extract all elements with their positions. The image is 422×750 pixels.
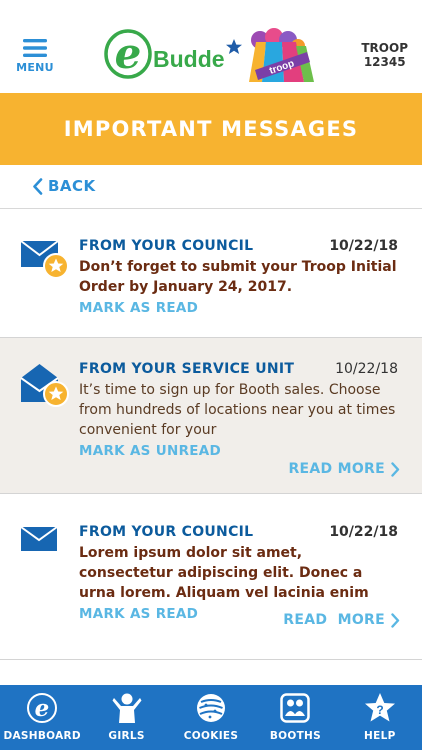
mark-as-unread-button[interactable]: MARK AS UNREAD — [79, 443, 221, 459]
booth-icon — [280, 693, 311, 723]
read-more-button[interactable]: READ MORE — [283, 612, 400, 628]
logo-e: e — [115, 29, 142, 78]
nav-item-girls[interactable]: GIRLS — [84, 685, 168, 750]
nav-item-dashboard[interactable]: e DASHBOARD — [0, 685, 84, 750]
message-list: FROM YOUR COUNCIL 10/22/18 Don’t forget … — [0, 210, 422, 660]
mark-as-read-button[interactable]: MARK AS READ — [79, 606, 198, 622]
read-more-label: READ MORE — [288, 461, 385, 477]
read-more-button[interactable]: READ MORE — [288, 461, 400, 477]
nav-label: COOKIES — [183, 730, 239, 742]
envelope-star-icon — [20, 240, 69, 279]
nav-label: GIRLS — [108, 730, 145, 742]
message-text: It’s time to sign up for Booth sales. Ch… — [79, 382, 396, 438]
ebudde-e-icon: e — [27, 693, 58, 723]
troop-number: 12345 — [363, 55, 406, 69]
nav-item-booths[interactable]: BOOTHS — [253, 685, 337, 750]
message-item[interactable]: FROM YOUR SERVICE UNIT 10/22/18 It’s tim… — [0, 338, 422, 494]
page-title: IMPORTANT MESSAGES — [63, 117, 359, 141]
svg-text:?: ? — [376, 703, 383, 717]
read-more-label: READ MORE — [283, 612, 385, 628]
chevron-right-icon — [391, 461, 400, 477]
nav-item-help[interactable]: ? HELP — [338, 685, 422, 750]
bottom-nav-bar: e DASHBOARD GIRLS COOKIES BOOTHS ? HELP — [0, 685, 422, 750]
troop-label: TROOP — [361, 41, 408, 55]
svg-text:e: e — [35, 695, 50, 722]
logo-text: Budde — [153, 46, 225, 72]
troop-badge-icon: troop — [249, 28, 314, 82]
message-text: Lorem ipsum dolor sit amet, consectetur … — [79, 545, 369, 601]
message-item[interactable]: FROM YOUR COUNCIL 10/22/18 Lorem ipsum d… — [0, 494, 422, 660]
nav-label: DASHBOARD — [3, 730, 81, 742]
nav-label: BOOTHS — [269, 730, 321, 742]
girl-icon — [112, 693, 142, 723]
message-date: 10/22/18 — [329, 238, 398, 254]
chevron-left-icon — [33, 177, 43, 195]
mark-as-read-button[interactable]: MARK AS READ — [79, 300, 198, 316]
menu-button[interactable]: MENU — [14, 38, 56, 74]
logo-star-icon — [226, 39, 242, 54]
chevron-right-icon — [391, 612, 400, 628]
help-star-icon: ? — [364, 693, 395, 722]
envelope-icon — [20, 526, 58, 551]
back-label: BACK — [48, 177, 96, 195]
app-header: MENU e Budde troop TROOP 12345 — [0, 0, 422, 93]
message-text: Don’t forget to submit your Troop Initia… — [79, 259, 397, 295]
menu-label: MENU — [16, 61, 54, 74]
back-button[interactable]: BACK — [32, 177, 96, 195]
page-title-bar: IMPORTANT MESSAGES — [0, 93, 422, 165]
message-date: 10/22/18 — [335, 361, 398, 377]
nav-label: HELP — [364, 730, 396, 742]
ebudde-troop-logo: e Budde troop — [104, 28, 314, 82]
message-date: 10/22/18 — [329, 524, 398, 540]
nav-item-cookies[interactable]: COOKIES — [169, 685, 253, 750]
hamburger-icon — [23, 39, 47, 57]
cookie-icon — [197, 694, 226, 722]
troop-info: TROOP 12345 — [361, 41, 408, 69]
back-row: BACK — [0, 165, 422, 209]
message-item[interactable]: FROM YOUR COUNCIL 10/22/18 Don’t forget … — [0, 210, 422, 338]
envelope-open-star-icon — [20, 364, 69, 407]
